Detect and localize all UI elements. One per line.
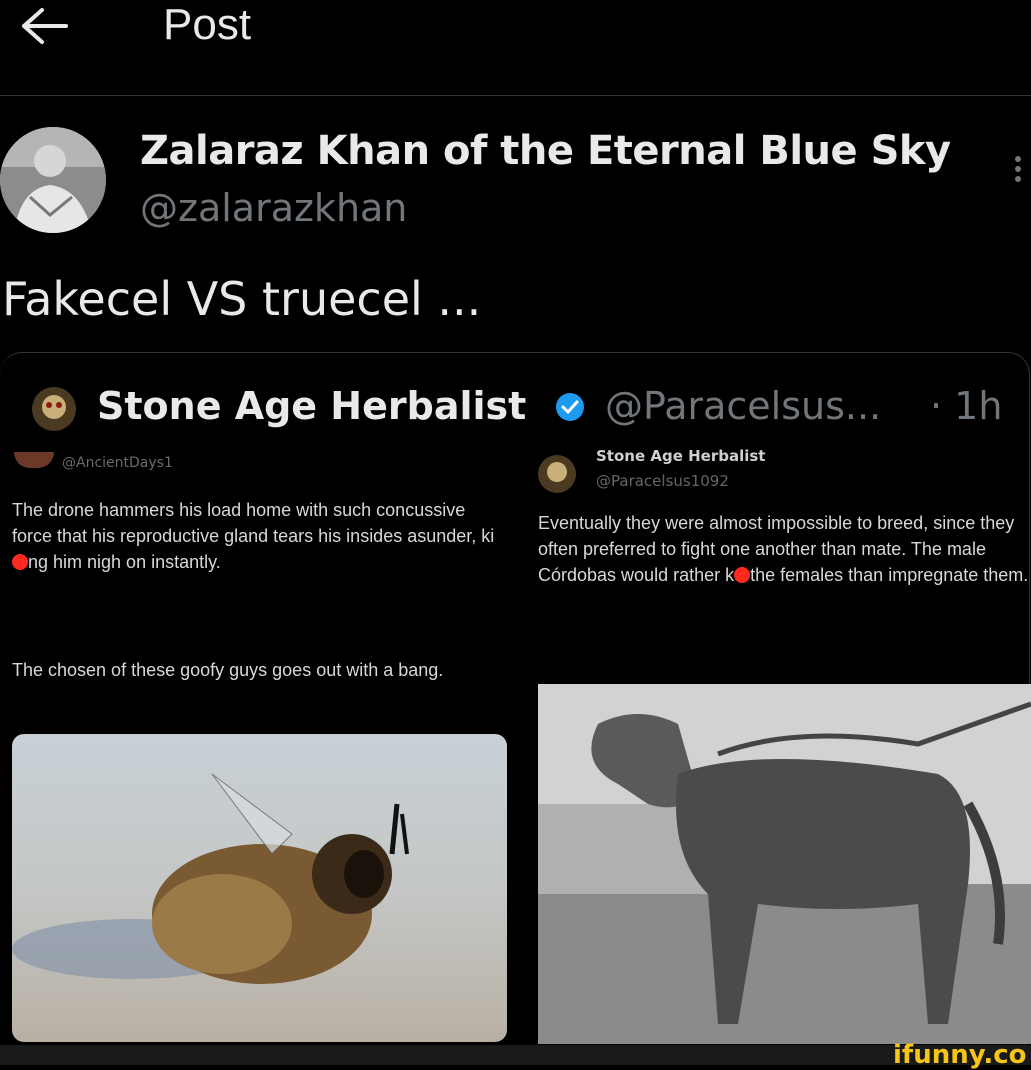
avatar[interactable] [0,127,106,233]
right-tweet-author: Stone Age Herbalist [596,447,766,465]
dog-image [538,684,1031,1044]
left-tweet-text-2: The chosen of these goofy guys goes out … [12,660,444,680]
quote-author-name[interactable]: Stone Age Herbalist [97,384,526,428]
back-button[interactable] [18,6,70,46]
author-name[interactable]: Zalaraz Khan of the Eternal Blue Sky [140,128,951,174]
footer-bar [0,1045,1031,1065]
page-title: Post [163,0,252,49]
arrow-left-icon [22,8,68,44]
watermark-logo: ifunny.co [893,1040,1027,1070]
post-text: Fakecel VS truecel ... [2,272,482,326]
left-tweet-text: The drone hammers his load home with suc… [12,500,495,572]
right-tweet-text: Eventually they were almost impossible t… [538,513,1029,585]
quote-timestamp: · 1h [930,384,1003,428]
author-handle[interactable]: @zalarazkhan [140,186,407,230]
quote-avatar[interactable] [32,387,76,431]
right-tweet-avatar [538,455,576,493]
censor-dot [12,554,28,570]
bee-image [12,734,507,1042]
quote-author-handle[interactable]: @Paracelsus... [605,384,881,428]
header-divider [0,95,1031,96]
left-tweet-handle: @AncientDays1 [62,455,173,471]
verified-badge-icon [555,392,585,422]
censor-dot [734,567,751,583]
more-options-icon[interactable] [1010,152,1026,192]
right-tweet-handle: @Paracelsus1092 [596,472,729,490]
